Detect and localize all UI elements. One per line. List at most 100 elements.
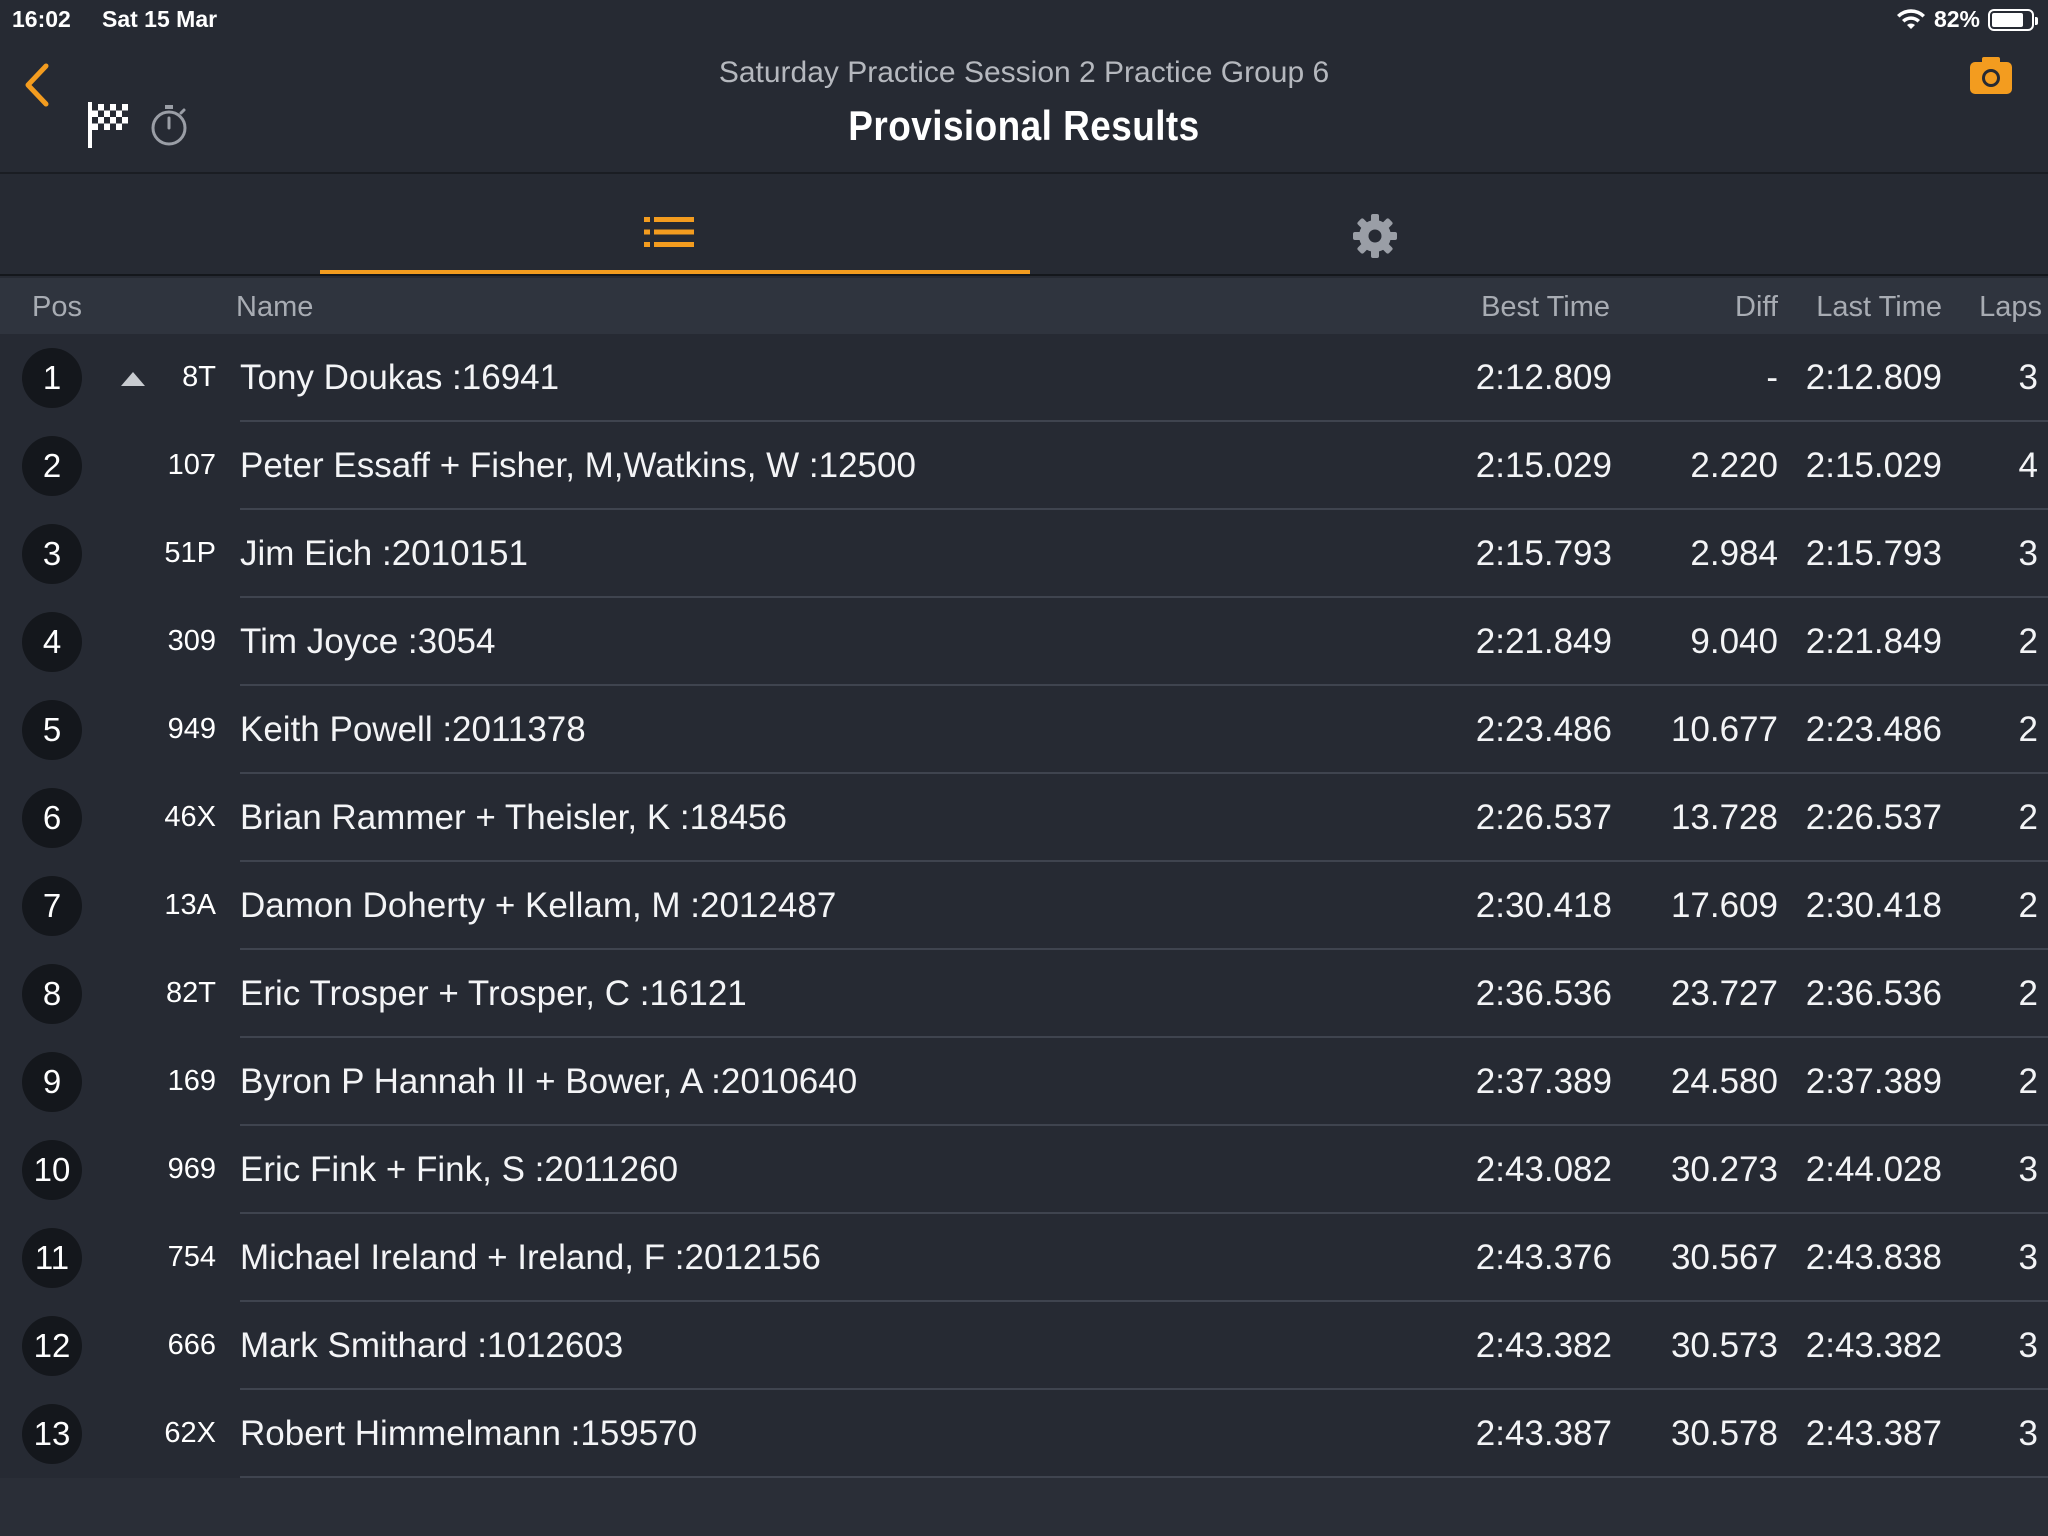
- position-badge: 12: [22, 1316, 82, 1376]
- lap-count: 2: [2018, 622, 2038, 661]
- gap-diff: 2.984: [1690, 534, 1778, 573]
- last-time: 2:23.486: [1805, 710, 1942, 749]
- status-date: Sat 15 Mar: [102, 6, 218, 32]
- status-time: 16:02: [12, 6, 71, 32]
- car-number: 666: [167, 1329, 216, 1361]
- car-number: 169: [167, 1065, 216, 1097]
- gap-diff: 10.677: [1670, 710, 1778, 749]
- table-row[interactable]: 1 8T Tony Doukas :16941 2:12.809-2:12.809 3: [0, 334, 2048, 422]
- lap-count: 2: [2018, 710, 2038, 749]
- car-number: 62X: [164, 1417, 216, 1449]
- gap-diff: 30.578: [1670, 1414, 1778, 1453]
- table-row[interactable]: 6 46X Brian Rammer + Theisler, K :18456 2:2…: [0, 774, 2048, 862]
- gap-diff: 13.728: [1670, 798, 1778, 837]
- driver-name: Tim Joyce :3054: [240, 622, 496, 661]
- column-header-name[interactable]: Name: [236, 291, 313, 324]
- status-bar: 16:02 Sat 15 Mar 82%: [0, 0, 2048, 40]
- driver-name: Tony Doukas :16941: [240, 358, 560, 397]
- best-time: 2:43.082: [1475, 1150, 1612, 1189]
- car-number: 8T: [182, 361, 216, 393]
- last-time: 2:30.418: [1805, 886, 1942, 925]
- column-header-last-time[interactable]: Last Time: [1816, 291, 1942, 324]
- position-badge: 6: [22, 788, 82, 848]
- driver-name: Mark Smithard :1012603: [240, 1326, 624, 1365]
- gap-diff: 17.609: [1670, 886, 1778, 925]
- table-row[interactable]: 10 969 Eric Fink + Fink, S :2011260 2:43.08…: [0, 1126, 2048, 1214]
- tab-bar: [0, 176, 2048, 276]
- position-badge: 13: [22, 1404, 82, 1464]
- wifi-icon: [1896, 8, 1925, 29]
- table-row[interactable]: 12 666 Mark Smithard :1012603 2:43.382 30.57…: [0, 1302, 2048, 1390]
- car-number: 309: [167, 625, 216, 657]
- best-time: 2:15.029: [1475, 446, 1612, 485]
- gap-diff: 24.580: [1670, 1062, 1778, 1101]
- last-time: 2:36.536: [1805, 974, 1942, 1013]
- column-header-laps[interactable]: Laps: [1979, 291, 2042, 324]
- car-number: 949: [167, 713, 216, 745]
- lap-count: 3: [2018, 1150, 2038, 1189]
- last-time: 2:43.387: [1805, 1414, 1942, 1453]
- position-up-arrow-icon: [121, 372, 145, 386]
- position-badge: 10: [22, 1140, 82, 1200]
- best-time: 2:23.486: [1475, 710, 1612, 749]
- tab-settings[interactable]: [1030, 176, 1720, 274]
- lap-count: 3: [2018, 1326, 2038, 1365]
- gap-diff: 30.573: [1670, 1326, 1778, 1365]
- driver-name: Michael Ireland + Ireland, F :2012156: [240, 1238, 821, 1277]
- table-row[interactable]: 2 107 Peter Essaff + Fisher, M,Watkins, W …: [0, 422, 2048, 510]
- driver-name: Keith Powell :2011378: [240, 710, 586, 749]
- lap-count: 2: [2018, 886, 2038, 925]
- driver-name: Peter Essaff + Fisher, M,Watkins, W :125…: [240, 446, 916, 485]
- best-time: 2:30.418: [1475, 886, 1612, 925]
- best-time: 2:15.793: [1475, 534, 1612, 573]
- lap-count: 2: [2018, 798, 2038, 837]
- list-icon: [644, 217, 694, 247]
- last-time: 2:26.537: [1805, 798, 1942, 837]
- best-time: 2:37.389: [1475, 1062, 1612, 1101]
- driver-name: Robert Himmelmann :159570: [240, 1414, 698, 1453]
- driver-name: Eric Trosper + Trosper, C :16121: [240, 974, 747, 1013]
- car-number: 46X: [164, 801, 216, 833]
- gap-diff: 30.273: [1670, 1150, 1778, 1189]
- best-time: 2:43.387: [1475, 1414, 1612, 1453]
- gap-diff: 30.567: [1670, 1238, 1778, 1277]
- position-badge: 9: [22, 1052, 82, 1112]
- footer-bar: [0, 1478, 2048, 1536]
- position-badge: 8: [22, 964, 82, 1024]
- best-time: 2:36.536: [1475, 974, 1612, 1013]
- tab-results-list[interactable]: [320, 176, 1030, 274]
- position-badge: 7: [22, 876, 82, 936]
- column-header-pos[interactable]: Pos: [32, 291, 82, 324]
- column-header-best-time[interactable]: Best Time: [1481, 291, 1610, 324]
- car-number: 754: [167, 1241, 216, 1273]
- car-number: 13A: [164, 889, 216, 921]
- table-row[interactable]: 7 13A Damon Doherty + Kellam, M :2012487 2:…: [0, 862, 2048, 950]
- battery-level: [1992, 12, 2024, 27]
- last-time: 2:15.029: [1805, 446, 1942, 485]
- last-time: 2:15.793: [1805, 534, 1942, 573]
- driver-name: Byron P Hannah II + Bower, A :2010640: [240, 1062, 858, 1101]
- lap-count: 2: [2018, 974, 2038, 1013]
- camera-icon[interactable]: [1968, 54, 2014, 96]
- nav-header: Saturday Practice Session 2 Practice Gro…: [0, 40, 2048, 174]
- position-badge: 1: [22, 348, 82, 408]
- table-row[interactable]: 3 51P Jim Eich :2010151 2:15.793 2.984 2:15.7…: [0, 510, 2048, 598]
- table-row[interactable]: 5 949 Keith Powell :2011378 2:23.486 10.677 2…: [0, 686, 2048, 774]
- table-row[interactable]: 13 62X Robert Himmelmann :159570 2:43.387 30…: [0, 1390, 2048, 1478]
- lap-count: 3: [2018, 1238, 2038, 1277]
- last-time: 2:37.389: [1805, 1062, 1942, 1101]
- table-row[interactable]: 4 309 Tim Joyce :3054 2:21.849 9.040 2:21.849…: [0, 598, 2048, 686]
- gap-diff: 23.727: [1670, 974, 1778, 1013]
- car-number: 969: [167, 1153, 216, 1185]
- table-row[interactable]: 8 82T Eric Trosper + Trosper, C :16121 2:36…: [0, 950, 2048, 1038]
- results-table-body: 1 8T Tony Doukas :16941 2:12.809-2:12.809 3 2…: [0, 334, 2048, 1478]
- page-title: Provisional Results: [848, 102, 1200, 149]
- last-time: 2:12.809: [1805, 358, 1942, 397]
- table-row[interactable]: 11 754 Michael Ireland + Ireland, F :20121…: [0, 1214, 2048, 1302]
- gap-diff: 2.220: [1690, 446, 1778, 485]
- driver-name: Damon Doherty + Kellam, M :2012487: [240, 886, 837, 925]
- table-row[interactable]: 9 169 Byron P Hannah II + Bower, A :201064…: [0, 1038, 2048, 1126]
- lap-count: 3: [2018, 1414, 2038, 1453]
- column-header-diff[interactable]: Diff: [1735, 291, 1778, 324]
- last-time: 2:43.838: [1805, 1238, 1942, 1277]
